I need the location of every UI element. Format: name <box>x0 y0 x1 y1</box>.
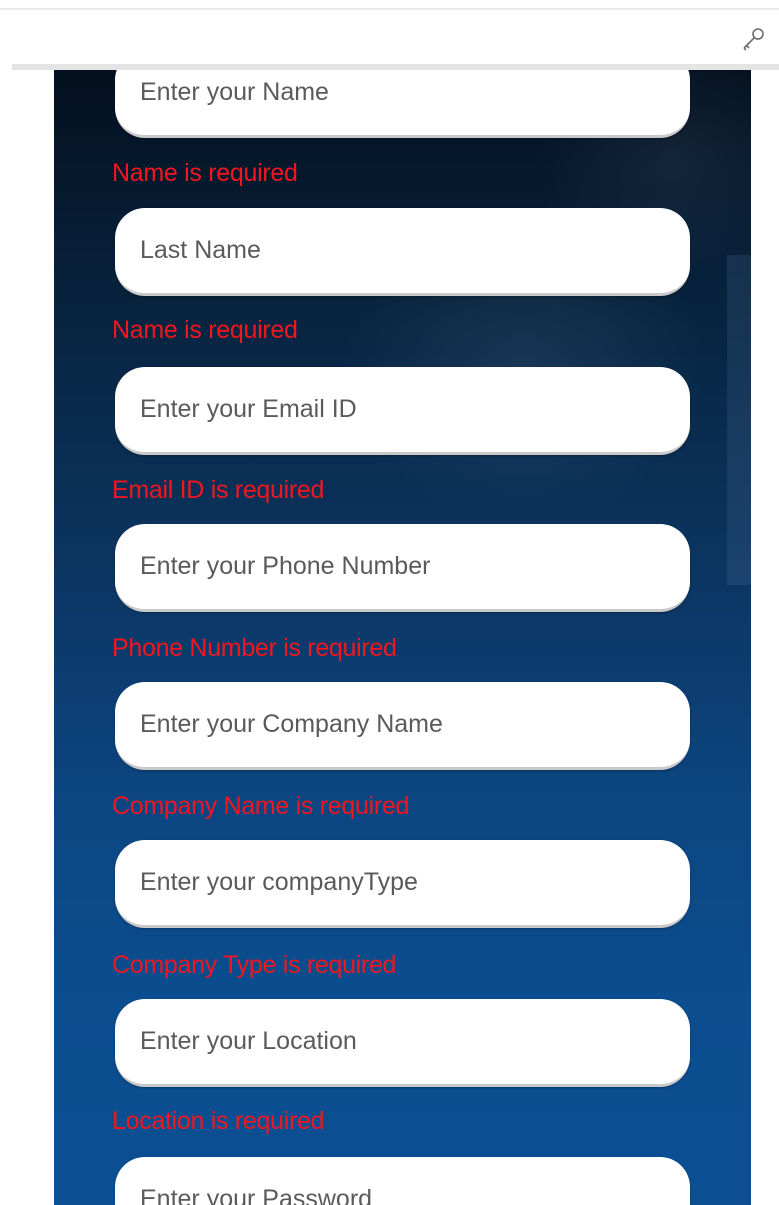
email-input[interactable] <box>140 367 690 452</box>
last-name-field[interactable] <box>115 208 690 296</box>
password-field[interactable] <box>115 1157 690 1205</box>
email-error: Email ID is required <box>112 476 325 504</box>
company-type-input[interactable] <box>140 840 690 925</box>
company-name-field[interactable] <box>115 682 690 770</box>
phone-input[interactable] <box>140 524 690 609</box>
signup-form-panel: Name is required Name is required Email … <box>54 70 751 1205</box>
last-name-error: Name is required <box>112 316 298 344</box>
location-input[interactable] <box>140 999 690 1084</box>
company-name-error: Company Name is required <box>112 792 410 820</box>
company-type-field[interactable] <box>115 840 690 928</box>
last-name-input[interactable] <box>140 208 690 293</box>
location-field[interactable] <box>115 999 690 1087</box>
location-error: Location is required <box>112 1107 325 1135</box>
key-icon[interactable] <box>738 24 768 54</box>
email-field[interactable] <box>115 367 690 455</box>
background-decoration <box>727 255 751 585</box>
phone-field[interactable] <box>115 524 690 612</box>
phone-error: Phone Number is required <box>112 634 397 662</box>
company-name-input[interactable] <box>140 682 690 767</box>
password-input[interactable] <box>140 1157 690 1205</box>
company-type-error: Company Type is required <box>112 951 397 979</box>
toolbar <box>0 0 779 70</box>
first-name-error: Name is required <box>112 159 298 187</box>
divider <box>0 8 779 10</box>
first-name-field[interactable] <box>115 70 690 138</box>
first-name-input[interactable] <box>140 70 690 135</box>
